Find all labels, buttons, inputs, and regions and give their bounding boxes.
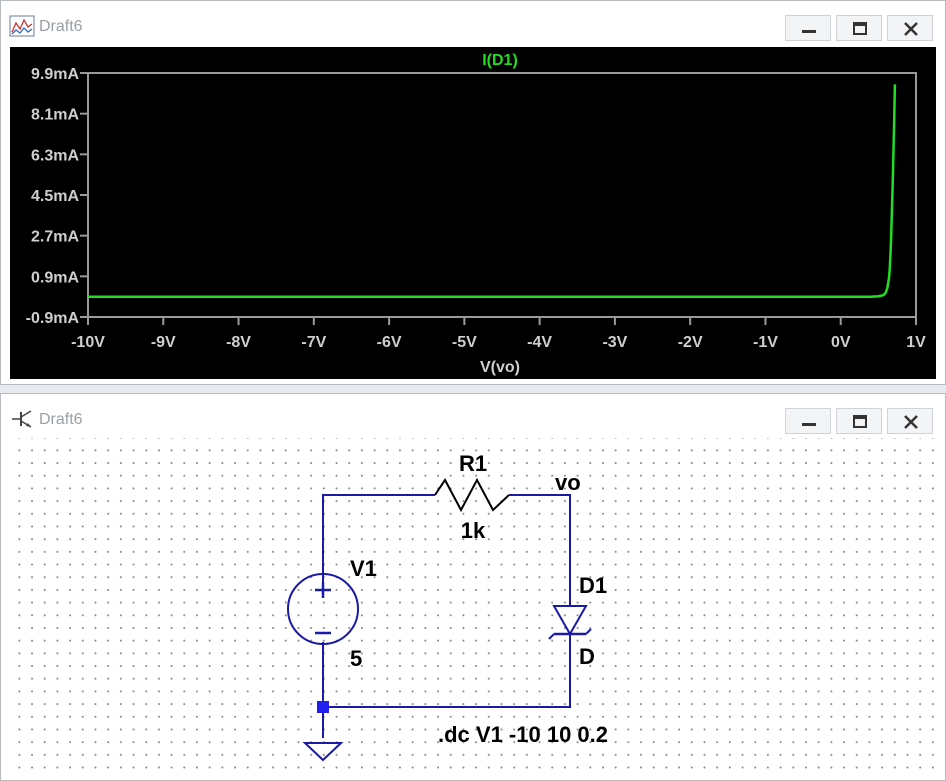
close-icon (904, 22, 918, 36)
waveform-icon (9, 15, 35, 37)
x-tick-label: -4V (527, 334, 552, 351)
plot-area[interactable]: I(D1) 9.9mA 8.1mA 6.3mA 4.5mA 2.7mA 0.9mA -0.9… (10, 47, 936, 379)
y-tick-label: -0.9mA (26, 310, 80, 327)
chart-title: I(D1) (482, 52, 518, 69)
resistor-r1-symbol[interactable] (434, 477, 510, 513)
schematic-window-titlebar[interactable]: Draft6 (1, 394, 945, 438)
voltage-source-v1-symbol[interactable] (287, 573, 359, 645)
minimize-icon (802, 423, 816, 426)
ground-symbol[interactable] (302, 742, 344, 762)
x-tick-label: 0V (831, 334, 851, 351)
plot-window: Draft6 I(D1) 9.9mA 8.1mA 6.3mA 4.5mA 2.7mA 0.… (0, 0, 946, 385)
x-tick-label: -7V (301, 334, 326, 351)
diode-d1-value: D (579, 644, 595, 669)
resistor-r1-name: R1 (459, 451, 487, 476)
x-tick-label: -8V (226, 334, 251, 351)
schematic-canvas[interactable]: R1 1k vo V1 5 D1 D .dc V1 -10 10 0.2 (9, 438, 935, 770)
plot-frame (87, 72, 917, 318)
x-axis-label: V(vo) (480, 359, 520, 376)
schematic-window-title: Draft6 (39, 411, 83, 428)
resistor-r1-value: 1k (461, 518, 486, 543)
x-tick-label: -10V (71, 334, 105, 351)
wires (322, 494, 571, 738)
y-tick-label: 0.9mA (31, 269, 79, 286)
wire-top-right (509, 494, 571, 606)
diode-d1-symbol[interactable] (548, 605, 592, 640)
spice-directive[interactable]: .dc V1 -10 10 0.2 (438, 722, 608, 747)
x-tick-label: -1V (753, 334, 778, 351)
voltage-source-v1-value: 5 (350, 646, 362, 671)
maximize-icon (853, 22, 867, 35)
minimize-button[interactable] (785, 408, 831, 434)
y-tick-label: 4.5mA (31, 188, 79, 205)
series-line-i-d1 (88, 84, 897, 298)
maximize-icon (853, 415, 867, 428)
maximize-button[interactable] (836, 15, 882, 41)
plot-window-title: Draft6 (39, 18, 83, 35)
net-label-vo: vo (555, 470, 581, 495)
maximize-button[interactable] (836, 408, 882, 434)
wire-top-left (322, 494, 435, 591)
y-tick-label: 8.1mA (31, 107, 79, 124)
x-tick-label: -5V (452, 334, 477, 351)
x-tick-label: -2V (678, 334, 703, 351)
minimize-icon (802, 30, 816, 33)
chart: I(D1) 9.9mA 8.1mA 6.3mA 4.5mA 2.7mA 0.9mA -0.9… (26, 52, 926, 376)
minimize-button[interactable] (785, 15, 831, 41)
close-button[interactable] (887, 15, 933, 41)
junction-dot (317, 701, 329, 713)
transistor-icon (12, 410, 32, 428)
x-tick-label: -9V (151, 334, 176, 351)
close-button[interactable] (887, 408, 933, 434)
plot-window-titlebar[interactable]: Draft6 (1, 1, 945, 45)
y-tick-label: 2.7mA (31, 229, 79, 246)
x-tick-label: -3V (602, 334, 627, 351)
diode-d1-name: D1 (579, 573, 607, 598)
schematic-drawing: R1 1k vo V1 5 D1 D .dc V1 -10 10 0.2 (287, 451, 608, 762)
x-tick-label: 1V (906, 334, 926, 351)
voltage-source-v1-name: V1 (350, 556, 377, 581)
close-icon (904, 415, 918, 429)
y-tick-label: 9.9mA (31, 66, 79, 83)
x-tick-label: -6V (377, 334, 402, 351)
y-tick-label: 6.3mA (31, 147, 79, 164)
